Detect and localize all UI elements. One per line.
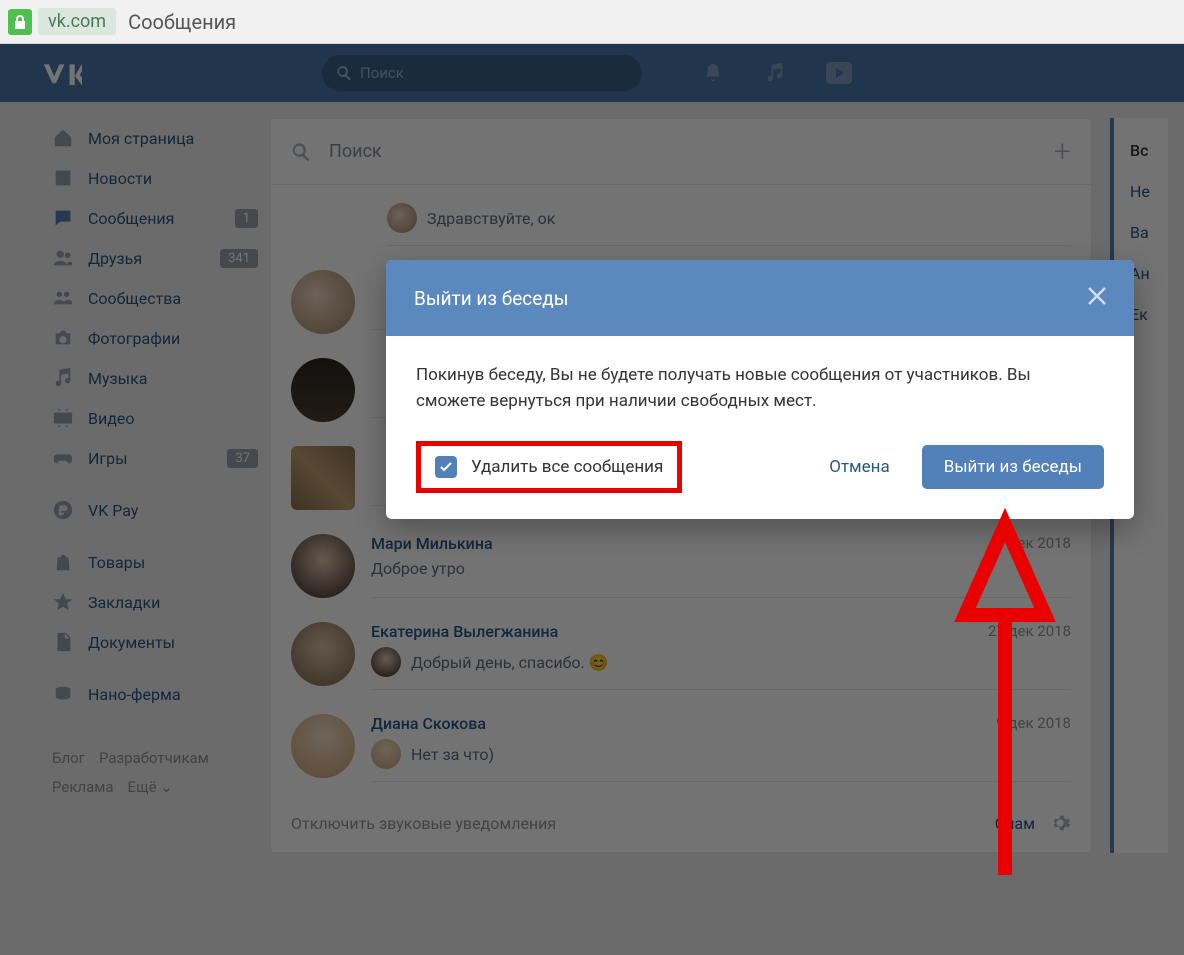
modal-header: Выйти из беседы [386, 260, 1134, 336]
confirm-leave-button[interactable]: Выйти из беседы [922, 445, 1104, 489]
checkbox-label: Удалить все сообщения [471, 457, 663, 477]
cancel-button[interactable]: Отмена [829, 457, 890, 477]
close-button[interactable] [1088, 287, 1106, 309]
url-domain: vk.com [38, 8, 116, 35]
page-title: Сообщения [128, 10, 236, 34]
delete-all-checkbox-row[interactable]: Удалить все сообщения [416, 441, 682, 493]
modal-body: Покинув беседу, Вы не будете получать но… [386, 336, 1134, 441]
modal-title: Выйти из беседы [414, 287, 1088, 310]
lock-icon [8, 9, 32, 35]
leave-chat-modal: Выйти из беседы Покинув беседу, Вы не бу… [386, 260, 1134, 519]
checkbox-checked[interactable] [435, 456, 457, 478]
browser-bar: vk.com Сообщения [0, 0, 1184, 44]
modal-footer: Удалить все сообщения Отмена Выйти из бе… [386, 441, 1134, 519]
